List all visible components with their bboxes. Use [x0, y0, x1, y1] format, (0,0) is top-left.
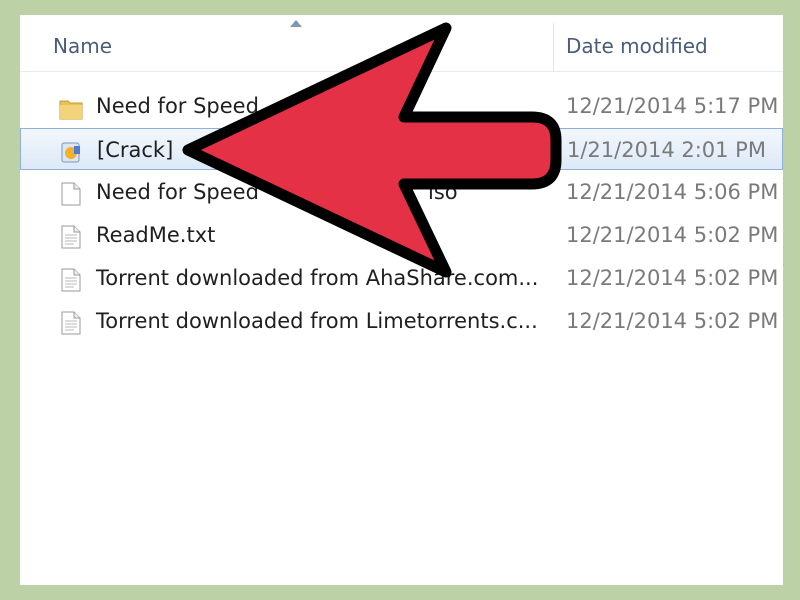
column-divider[interactable] [553, 23, 554, 71]
file-name: [Crack] [97, 138, 174, 162]
name-column-header[interactable]: Name [53, 34, 112, 58]
date-modified-column-header[interactable]: Date modified [566, 34, 708, 58]
file-row[interactable]: Torrent downloaded from AhaShare.com... … [20, 257, 783, 299]
column-header-bar: Name Date modified [20, 15, 783, 72]
disc-image-file-icon [58, 180, 84, 208]
file-name-suffix: iso [428, 180, 458, 204]
file-row[interactable]: Need for Speed iso 12/21/2014 5:06 PM [20, 171, 783, 213]
file-date: 1/21/2014 2:01 PM [567, 138, 766, 162]
file-name: Torrent downloaded from AhaShare.com... [96, 266, 539, 290]
text-file-icon [58, 266, 84, 294]
file-date: 12/21/2014 5:17 PM [566, 94, 779, 118]
folder-icon [58, 94, 84, 122]
file-name: Need for Speed [96, 180, 259, 204]
file-row[interactable]: Need for Speed 12/21/2014 5:17 PM [20, 85, 783, 127]
setup-installer-icon [59, 138, 85, 166]
explorer-window: Name Date modified Need for Speed 12/21/… [20, 15, 783, 585]
file-name: ReadMe.txt [96, 223, 216, 247]
sort-ascending-icon [290, 20, 302, 27]
file-row-selected[interactable]: [Crack] 1/21/2014 2:01 PM [20, 128, 783, 170]
file-date: 12/21/2014 5:02 PM [566, 309, 779, 333]
file-date: 12/21/2014 5:06 PM [566, 180, 779, 204]
file-date: 12/21/2014 5:02 PM [566, 223, 779, 247]
file-name: Need for Speed [96, 94, 259, 118]
file-row[interactable]: ReadMe.txt 12/21/2014 5:02 PM [20, 214, 783, 256]
file-row[interactable]: Torrent downloaded from Limetorrents.c..… [20, 300, 783, 342]
file-date: 12/21/2014 5:02 PM [566, 266, 779, 290]
file-list: Need for Speed 12/21/2014 5:17 PM [Crack… [20, 85, 783, 343]
text-file-icon [58, 309, 84, 337]
text-file-icon [58, 223, 84, 251]
file-name: Torrent downloaded from Limetorrents.c..… [96, 309, 538, 333]
